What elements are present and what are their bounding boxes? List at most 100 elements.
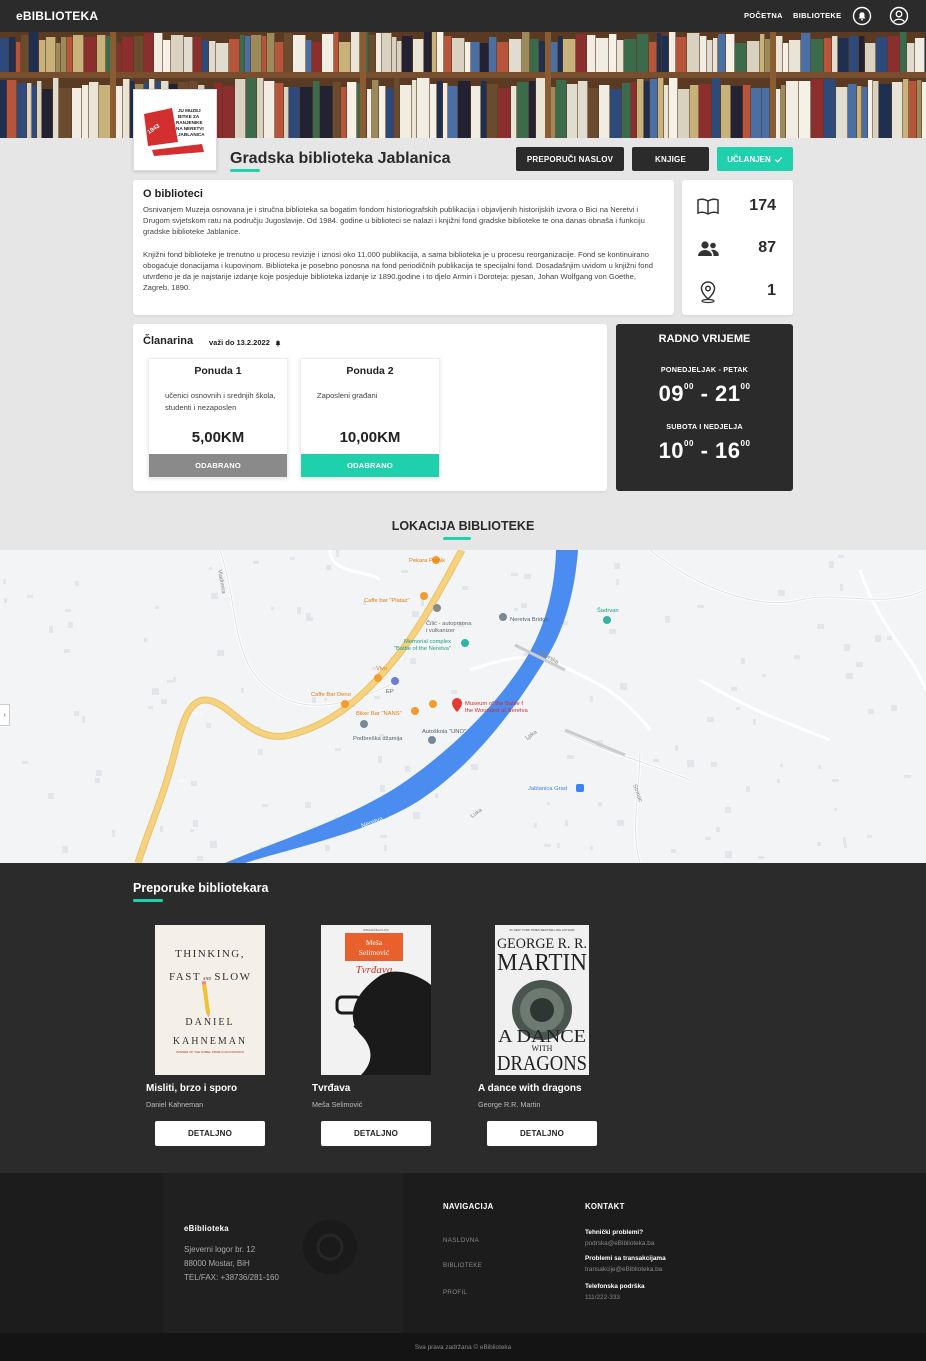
offer-description: učenici osnovnih i srednjih škola, stude… <box>165 391 276 412</box>
footer-phone: TEL/FAX: +38736/281-160 <box>184 1273 279 1282</box>
footer-tech-email[interactable]: podrska@eBiblioteka.ba <box>585 1240 654 1247</box>
offer-card-2[interactable]: Ponuda 2 Zaposleni građani 10,00KM ODABR… <box>300 358 440 478</box>
svg-text:Neretva Bridge: Neretva Bridge <box>510 617 549 623</box>
svg-text:M17: M17 <box>193 711 202 716</box>
svg-text:BITKE ZA: BITKE ZA <box>178 114 200 119</box>
svg-text:JABLANICA: JABLANICA <box>178 132 205 137</box>
location-pin-icon <box>700 281 716 304</box>
recommendations-underline <box>133 899 163 902</box>
bell-icon <box>275 340 281 347</box>
svg-text:NA NERETVI: NA NERETVI <box>176 126 204 131</box>
weekend-label: SUBOTA I NEDJELJA <box>666 422 743 431</box>
svg-text:#1 NEW YORK TIMES BESTSELLING: #1 NEW YORK TIMES BESTSELLING AUTHOR <box>509 928 575 932</box>
about-card: O biblioteci Osnivanjem Muzeja osnovana … <box>133 180 674 315</box>
weekend-hours: 1000 - 1600 <box>658 438 751 463</box>
footer-watermark-logo <box>303 1220 357 1274</box>
svg-text:EP: EP <box>386 689 394 695</box>
book-cover[interactable]: IZDAVAČKA KUĆA Meša Selimović Tvrđava <box>321 925 431 1075</box>
offer-select-button[interactable]: ODABRANO <box>301 454 439 477</box>
svg-text:Podbreška džamija: Podbreška džamija <box>353 736 403 742</box>
svg-text:DANIEL: DANIEL <box>185 1017 234 1028</box>
stat-members-value: 87 <box>758 239 776 256</box>
svg-text:AND: AND <box>203 976 212 981</box>
recommend-title-button[interactable]: PREPORUČI NASLOV <box>516 147 624 171</box>
footer-nav-title: NAVIGACIJA <box>443 1202 494 1211</box>
weekday-label: PONEDJELJAK - PETAK <box>660 365 749 374</box>
offer-select-button[interactable]: ODABRANO <box>149 454 287 477</box>
stats-card: 174 87 1 <box>682 180 793 315</box>
svg-text:"Battle of the Neretva": "Battle of the Neretva" <box>394 646 451 652</box>
map-expand-toggle[interactable]: › <box>0 704 10 726</box>
svg-text:Jablanica Grad: Jablanica Grad <box>528 786 567 792</box>
svg-text:Strmac: Strmac <box>631 784 643 803</box>
footer-phone-label: Telefonska podrška <box>585 1283 645 1290</box>
about-title: O biblioteci <box>143 188 203 200</box>
svg-text:Luka: Luka <box>525 729 539 742</box>
footer-address-line-2: 88000 Mostar, BiH <box>184 1259 250 1268</box>
copyright-text: Sva prava zadržana © eBiblioteka <box>414 1344 512 1351</box>
footer-phone-value: 111/222-333 <box>585 1294 620 1301</box>
nav-link-libraries[interactable]: BIBLIOTEKE <box>793 11 841 20</box>
svg-text:the Wounded at Neretva: the Wounded at Neretva <box>465 708 529 714</box>
member-button[interactable]: UČLANJEN <box>717 147 793 171</box>
recommendations-title: Preporuke bibliotekara <box>133 881 269 895</box>
svg-text:FAST: FAST <box>169 971 201 983</box>
book-author: George R.R. Martin <box>478 1100 541 1109</box>
svg-text:DRAGONS: DRAGONS <box>497 1051 587 1075</box>
copyright-bar: Sva prava zadržana © eBiblioteka <box>0 1333 926 1361</box>
footer-link-profile[interactable]: PROFIL <box>443 1289 467 1296</box>
library-title: Gradska biblioteka Jablanica <box>230 150 451 167</box>
stat-books-value: 174 <box>749 197 776 214</box>
membership-valid-until: važi do 13.2.2022 <box>209 338 282 347</box>
svg-text:Museum of the Battle f: Museum of the Battle f <box>465 701 523 707</box>
svg-text:Caffe bar "Plataz": Caffe bar "Plataz" <box>364 598 410 604</box>
footer-link-libraries[interactable]: BIBLIOTEKE <box>443 1262 482 1269</box>
location-map[interactable]: Pekara Putnik Caffe bar "Plataz" Čilić -… <box>0 550 926 863</box>
books-button[interactable]: KNJIGE <box>632 147 709 171</box>
svg-text:Luka: Luka <box>470 807 484 820</box>
user-account-icon[interactable] <box>889 6 909 26</box>
weekday-hours: 0900 - 2100 <box>658 381 751 406</box>
book-cover[interactable]: #1 NEW YORK TIMES BESTSELLING AUTHOR GEO… <box>495 925 589 1075</box>
svg-text:Meša: Meša <box>366 938 383 947</box>
svg-text:M17: M17 <box>178 778 187 783</box>
svg-text:THINKING,: THINKING, <box>175 948 245 960</box>
svg-text:Vladimira: Vladimira <box>216 569 226 595</box>
book-title: Tvrđava <box>312 1083 351 1094</box>
book-details-button[interactable]: DETALJNO <box>487 1121 597 1146</box>
svg-text:MARTIN: MARTIN <box>497 950 587 976</box>
footer: eBiblioteka Sjeverni logor br. 12 88000 … <box>0 1173 926 1333</box>
svg-text:A DANCE: A DANCE <box>498 1026 586 1046</box>
book-title: A dance with dragons <box>478 1083 582 1094</box>
stat-locations: 1 <box>682 272 792 312</box>
svg-text:Vivo: Vivo <box>376 666 387 672</box>
book-details-button[interactable]: DETALJNO <box>321 1121 431 1146</box>
svg-text:Selimović: Selimović <box>359 948 390 957</box>
location-title-underline <box>443 537 471 540</box>
book-details-button[interactable]: DETALJNO <box>155 1121 265 1146</box>
svg-text:Biker Bar "NANS": Biker Bar "NANS" <box>356 711 402 717</box>
footer-contact-title: KONTAKT <box>585 1202 625 1211</box>
membership-card: Članarina važi do 13.2.2022 Ponuda 1 uče… <box>133 324 607 491</box>
member-button-label: UČLANJEN <box>727 154 771 164</box>
offer-name: Ponuda 2 <box>346 365 394 377</box>
brand-logo[interactable]: eBIBLIOTEKA <box>16 9 98 23</box>
offer-description: Zaposleni građani <box>317 391 378 400</box>
offer-name: Ponuda 1 <box>194 365 242 377</box>
offer-price: 10,00KM <box>339 429 401 446</box>
bell-icon[interactable] <box>852 6 872 26</box>
svg-text:SLOW: SLOW <box>214 971 251 983</box>
footer-link-home[interactable]: NASLOVNA <box>443 1237 479 1244</box>
svg-text:Šadrvan: Šadrvan <box>597 607 619 614</box>
nav-link-home[interactable]: POČETNA <box>744 11 783 20</box>
footer-address-line-1: Sjeverni logor br. 12 <box>184 1245 256 1254</box>
svg-text:Autoškola "UNO": Autoškola "UNO" <box>422 729 466 735</box>
book-icon <box>697 198 719 215</box>
footer-transactions-email[interactable]: transakcije@eBiblioteka.ba <box>585 1266 662 1273</box>
svg-text:Pekara Putnik: Pekara Putnik <box>409 558 445 564</box>
top-navbar: eBIBLIOTEKA POČETNA BIBLIOTEKE <box>0 0 926 32</box>
svg-text:i vulkanizer: i vulkanizer <box>426 628 455 634</box>
offer-card-1[interactable]: Ponuda 1 učenici osnovnih i srednjih ško… <box>148 358 288 478</box>
hours-title: RADNO VRIJEME <box>658 333 751 345</box>
book-cover[interactable]: THINKING, FAST AND SLOW DANIEL KAHNEMAN … <box>155 925 265 1075</box>
